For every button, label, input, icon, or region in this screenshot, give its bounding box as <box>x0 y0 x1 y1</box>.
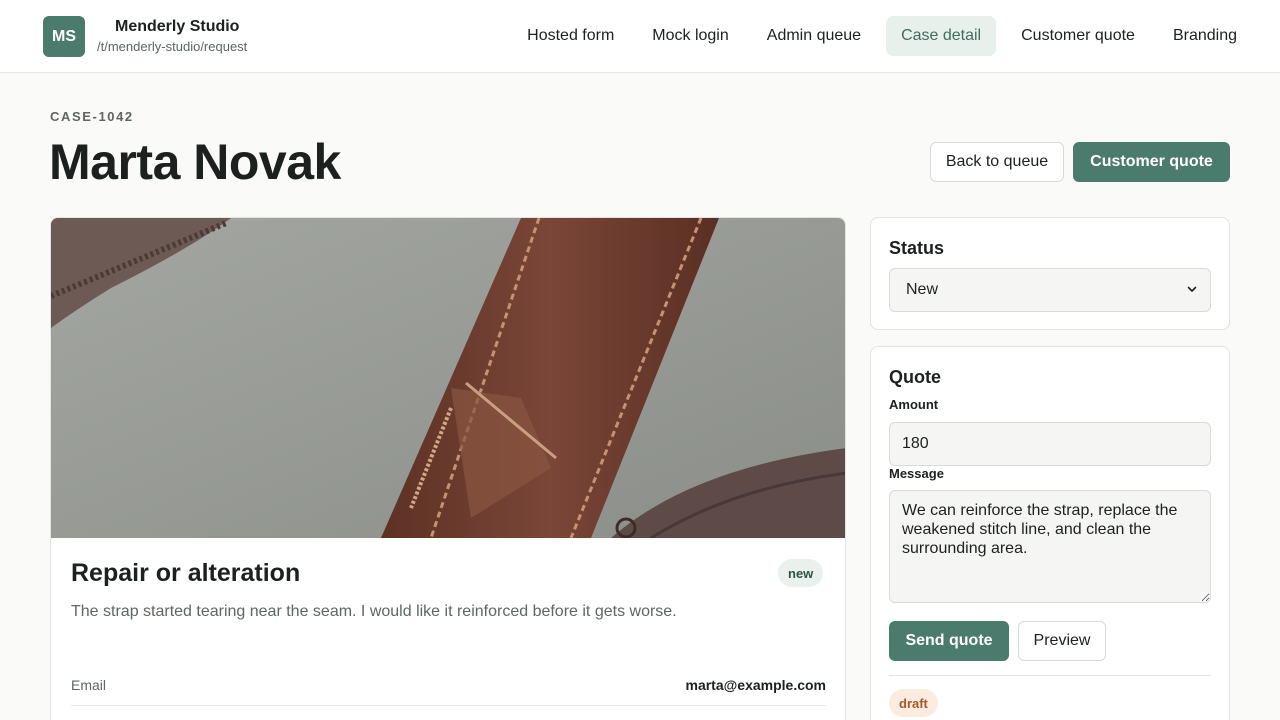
page-title: Marta Novak <box>49 134 341 190</box>
nav-case-detail[interactable]: Case detail <box>886 16 997 56</box>
chevron-down-icon <box>1187 286 1197 292</box>
customer-quote-button[interactable]: Customer quote <box>1073 142 1230 182</box>
status-select-value: New <box>906 281 939 298</box>
nav-hosted-form[interactable]: Hosted form <box>514 16 627 56</box>
quote-state-badge: draft <box>889 689 938 717</box>
case-id: CASE-1042 <box>50 109 134 124</box>
status-badge: new <box>778 559 824 587</box>
studio-name: Menderly Studio <box>115 18 240 35</box>
request-card: Repair or alteration new The strap start… <box>50 217 846 720</box>
amount-label: Amount <box>889 397 939 412</box>
message-label: Message <box>889 466 944 481</box>
nav-customer-quote[interactable]: Customer quote <box>1008 16 1148 56</box>
email-row: Email marta@example.com <box>71 672 826 706</box>
nav-branding[interactable]: Branding <box>1160 16 1250 56</box>
request-description: The strap started tearing near the seam.… <box>71 603 677 620</box>
back-to-queue-button[interactable]: Back to queue <box>930 142 1064 182</box>
send-quote-button[interactable]: Send quote <box>889 621 1009 661</box>
studio-logo[interactable]: MS <box>43 16 85 57</box>
amount-input[interactable] <box>889 422 1211 466</box>
request-title: Repair or alteration <box>71 559 301 587</box>
nav-admin-queue[interactable]: Admin queue <box>754 16 874 56</box>
status-title: Status <box>889 238 945 258</box>
preview-button[interactable]: Preview <box>1018 621 1106 661</box>
quote-card: Quote Amount Message We can reinforce th… <box>870 346 1230 720</box>
message-textarea[interactable]: We can reinforce the strap, replace the … <box>889 490 1211 603</box>
main-nav: Hosted form Mock login Admin queue Case … <box>502 16 1250 56</box>
status-select[interactable]: New <box>889 268 1211 312</box>
studio-path: /t/menderly-studio/request <box>97 39 248 54</box>
email-value[interactable]: marta@example.com <box>686 677 827 693</box>
divider <box>889 675 1211 676</box>
status-card: Status New <box>870 217 1230 330</box>
top-bar: MS Menderly Studio /t/menderly-studio/re… <box>0 0 1280 73</box>
email-label: Email <box>71 677 107 693</box>
quote-title: Quote <box>889 367 941 387</box>
request-photo[interactable] <box>51 218 846 538</box>
nav-mock-login[interactable]: Mock login <box>639 16 741 56</box>
